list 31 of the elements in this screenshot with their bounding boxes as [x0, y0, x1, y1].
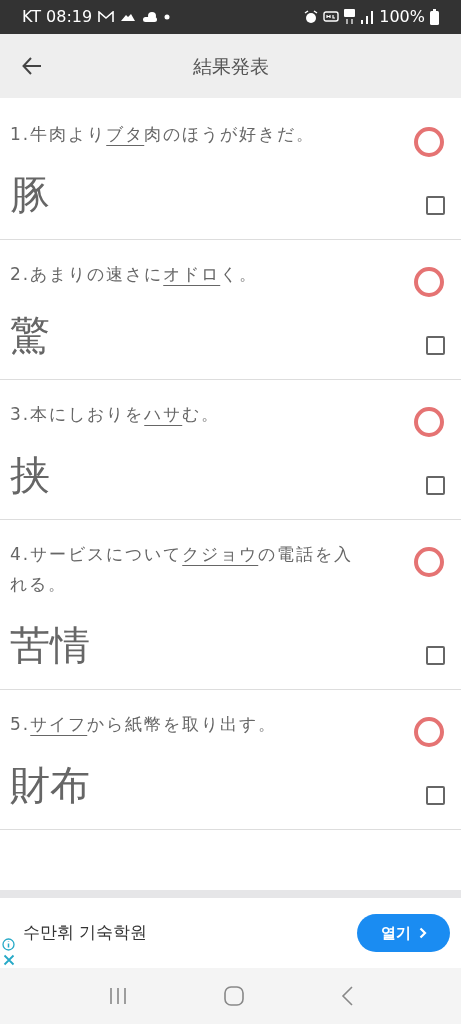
battery-icon — [430, 9, 439, 25]
checkbox[interactable] — [425, 196, 445, 215]
question-sentence: 1.牛肉より ブタ 肉のほうが好きだ。 — [10, 123, 317, 146]
back-arrow-icon[interactable] — [22, 57, 42, 75]
screen-title: 結果発表 — [192, 53, 269, 79]
open-button[interactable]: 열기 — [357, 914, 450, 952]
chevron-right-icon — [418, 927, 427, 939]
answer-kanji: 苦情 — [10, 621, 91, 669]
home-icon[interactable] — [223, 986, 244, 1006]
close-icon[interactable] — [2, 954, 15, 966]
mail-icon — [98, 11, 115, 23]
checkbox[interactable] — [425, 476, 445, 495]
status-time: KT 08:19 — [22, 6, 93, 28]
alarm-icon — [304, 10, 319, 24]
ad-title: 수만휘 기숙학원 — [23, 921, 148, 945]
answer-kanji: 豚 — [10, 171, 51, 219]
checkbox[interactable] — [425, 786, 445, 805]
signal-icon — [360, 10, 375, 24]
question-sentence: 2.あまりの速さに オドロ く。 — [10, 263, 260, 286]
battery-percent: 100% — [379, 6, 425, 28]
answer-kanji: 驚 — [10, 311, 51, 359]
answer-kanji: 挟 — [10, 451, 51, 499]
back-icon[interactable] — [340, 986, 353, 1006]
question-sentence: 3.本にしおりをハサ む。 — [10, 403, 222, 426]
checkbox[interactable] — [425, 646, 445, 665]
answer-kanji: 財布 — [10, 761, 91, 809]
question-sentence: 4.サービスについて クジョウの電話を入れる。 — [10, 543, 355, 596]
checkbox[interactable] — [425, 336, 445, 355]
dot-icon — [164, 14, 171, 20]
question-sentence: 5.サイフから紙幣を取り出す。 — [10, 713, 279, 736]
info-icon[interactable] — [2, 938, 15, 951]
